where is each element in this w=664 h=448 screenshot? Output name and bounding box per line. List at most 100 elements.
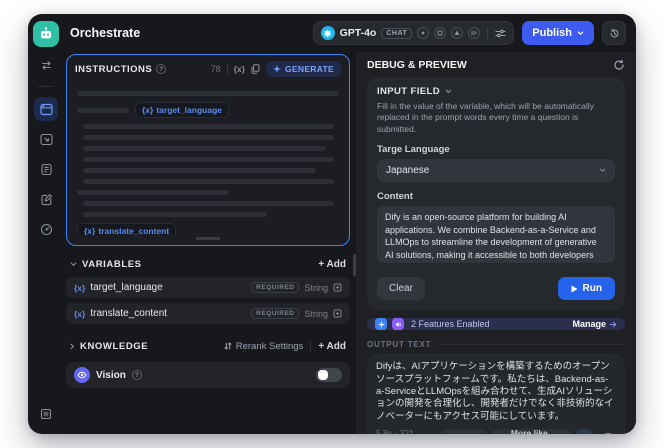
skeleton-line [83, 157, 334, 162]
feature-citation-icon [375, 318, 387, 331]
rerank-settings-button[interactable]: Rerank Settings [224, 341, 303, 352]
capability-icon-4 [468, 27, 481, 39]
model-provider-icon [320, 26, 335, 40]
required-badge: REQUIRED [251, 308, 300, 319]
skeleton-line [77, 91, 339, 96]
variable-prefix: {x} [74, 308, 86, 319]
chevron-down-icon [599, 168, 606, 173]
variable-row-translate-content[interactable]: {x} translate_content REQUIRED String [66, 303, 350, 324]
skeleton-line [83, 201, 334, 206]
variable-tag-target-language[interactable]: {x} target_language [135, 102, 229, 118]
variable-settings-icon[interactable] [333, 309, 342, 318]
tools-divider [226, 64, 228, 74]
copy-icon[interactable] [251, 64, 260, 74]
language-select[interactable]: Japanese [377, 159, 615, 183]
instructions-header: INSTRUCTIONS ? 78 {x} GENERATE [67, 55, 349, 81]
app-logo-robot-icon[interactable] [33, 21, 59, 47]
page-title: Orchestrate [70, 26, 141, 40]
sidebar-item-preview[interactable] [34, 127, 58, 151]
input-field-description: Fill in the value of the variable, which… [377, 101, 594, 134]
variables-section-header: VARIABLES + Add [66, 256, 350, 272]
variable-type: String [304, 308, 328, 319]
debug-actions: Clear Run [377, 277, 615, 301]
instructions-editor[interactable]: {x} target_language {x} translate_conten… [67, 81, 349, 235]
variable-tag-translate-content[interactable]: {x} translate_content [77, 223, 177, 235]
info-icon: ? [156, 64, 167, 74]
toggle-knob [318, 370, 328, 380]
content-field-label: Content [377, 191, 413, 203]
features-enabled-label: 2 Features Enabled [411, 319, 490, 330]
input-field-header[interactable]: INPUT FIELD [377, 86, 615, 97]
model-selector[interactable]: GPT-4o CHAT [312, 21, 515, 45]
sidebar-item-annotation-icon[interactable] [34, 187, 58, 211]
generate-button[interactable]: GENERATE [266, 61, 341, 77]
sidebar-item-orchestrate[interactable] [34, 97, 58, 121]
skeleton-line [77, 190, 229, 195]
variable-settings-icon[interactable] [333, 283, 342, 292]
publish-label: Publish [532, 27, 572, 39]
logs-button[interactable]: Logs [440, 429, 487, 434]
collapse-sidebar-icon[interactable] [34, 402, 58, 426]
switch-app-icon[interactable] [34, 53, 58, 77]
topbar-actions: GPT-4o CHAT Publish [312, 21, 626, 45]
knowledge-tools-divider [310, 341, 312, 351]
skeleton-line [83, 146, 327, 151]
chevron-down-icon[interactable] [70, 262, 77, 267]
input-field-title: INPUT FIELD [377, 86, 440, 97]
chevron-right-icon[interactable] [70, 343, 75, 350]
model-pill-divider [487, 26, 489, 40]
info-icon: ? [131, 370, 142, 380]
char-count: 78 [210, 64, 221, 74]
more-like-this-button[interactable]: More like this [491, 428, 571, 434]
text-to-speech-icon[interactable] [575, 429, 594, 434]
variable-row-target-language[interactable]: {x} target_language REQUIRED String [66, 277, 350, 298]
variable-prefix: {x} [84, 226, 96, 235]
skeleton-line [83, 124, 334, 129]
publish-button[interactable]: Publish [522, 21, 594, 45]
resize-handle[interactable] [196, 237, 220, 240]
more-like-this-label: More like this [510, 428, 548, 434]
language-select-value: Japanese [386, 165, 430, 177]
chevron-down-icon [577, 31, 584, 36]
add-knowledge-button[interactable]: + Add [318, 341, 346, 352]
sidebar-item-logs-icon[interactable] [34, 157, 58, 181]
model-name: GPT-4o [339, 27, 377, 39]
output-text: Difyは、AIアプリケーションを構築するためのオープンソースプラットフォームで… [376, 361, 614, 422]
variable-prefix: {x} [142, 105, 154, 115]
manage-features-button[interactable]: Manage [572, 319, 617, 329]
required-badge: REQUIRED [251, 282, 300, 293]
variable-tag-label: translate_content [98, 226, 170, 235]
run-button[interactable]: Run [557, 277, 615, 301]
app-window: Orchestrate GPT-4o CHAT Publish INSTRUCT… [28, 14, 636, 434]
sidebar-divider [38, 86, 54, 87]
run-label: Run [582, 283, 602, 295]
clear-button[interactable]: Clear [377, 277, 425, 301]
skeleton-line [83, 135, 334, 140]
generate-label: GENERATE [285, 64, 334, 74]
sidebar [28, 14, 64, 434]
variable-name: translate_content [90, 308, 168, 319]
variable-type: String [304, 282, 328, 293]
instructions-panel[interactable]: INSTRUCTIONS ? 78 {x} GENERATE {x} targe… [66, 54, 350, 246]
knowledge-title: KNOWLEDGE [80, 340, 149, 352]
copy-output-icon[interactable] [598, 429, 616, 434]
debug-preview-panel: DEBUG & PREVIEW INPUT FIELD Fill in the … [356, 52, 636, 434]
add-variable-button[interactable]: + Add [318, 259, 346, 270]
debug-title: DEBUG & PREVIEW [367, 59, 467, 71]
content-area: INSTRUCTIONS ? 78 {x} GENERATE {x} targe… [64, 52, 636, 434]
sidebar-item-monitoring-icon[interactable] [34, 217, 58, 241]
vision-feature-card: Vision ? [66, 362, 350, 388]
version-history-icon[interactable] [602, 21, 626, 45]
content-textarea[interactable]: Dify is an open-source platform for buil… [377, 206, 615, 264]
language-field-label: Targe Language [377, 144, 450, 156]
skeleton-line [83, 212, 268, 217]
insert-variable-icon[interactable]: {x} [234, 64, 245, 74]
refresh-icon[interactable] [613, 59, 625, 71]
vision-toggle[interactable] [316, 368, 342, 382]
model-settings-icon[interactable] [495, 29, 506, 38]
debug-header: DEBUG & PREVIEW [367, 59, 625, 71]
main-area: Orchestrate GPT-4o CHAT Publish INSTRUCT… [64, 14, 636, 434]
scrollbar-thumb[interactable] [353, 254, 356, 276]
features-bar[interactable]: 2 Features Enabled Manage [367, 318, 625, 331]
variable-tag-label: target_language [156, 105, 222, 115]
